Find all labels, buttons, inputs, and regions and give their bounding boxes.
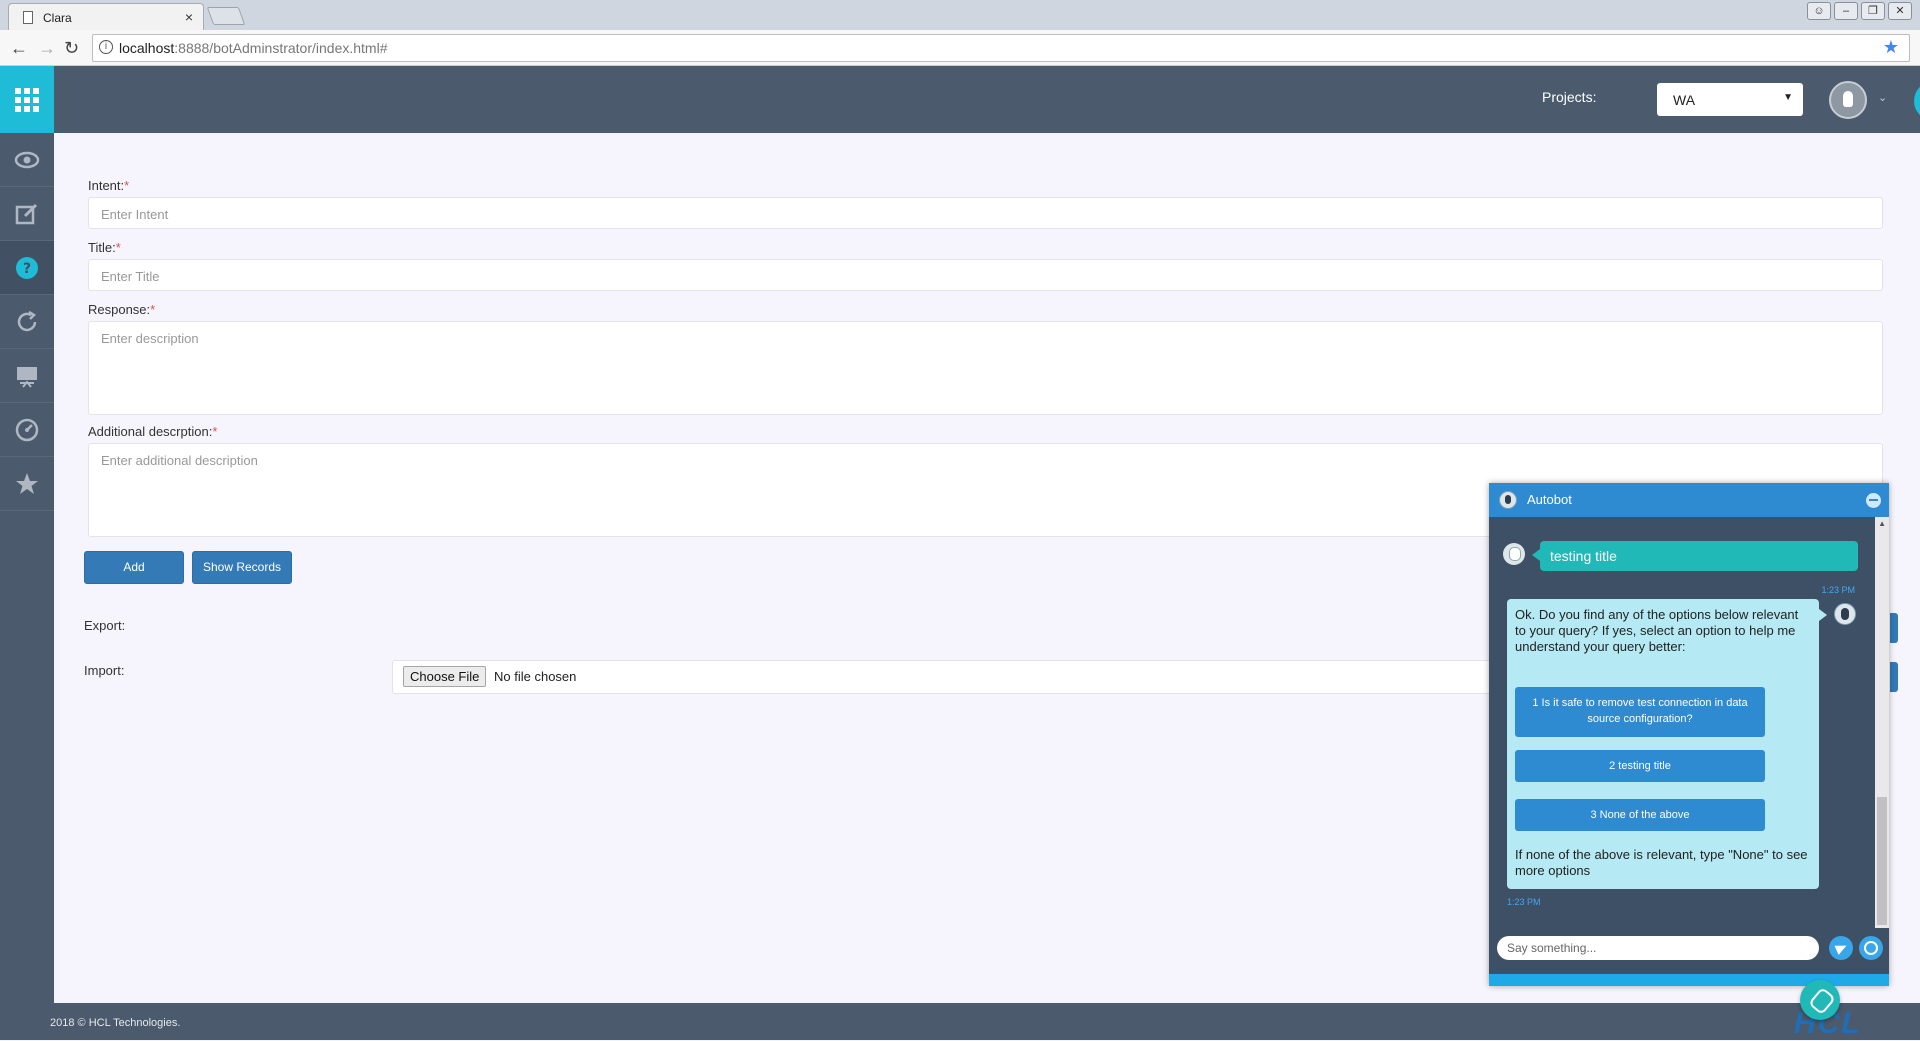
projects-label: Projects:: [1542, 89, 1597, 105]
grid-icon: [15, 87, 39, 112]
profile-icon[interactable]: ☺: [1807, 2, 1831, 20]
intent-label: Intent:*: [88, 178, 130, 193]
sidebar-item-favorites[interactable]: [0, 457, 54, 511]
bot-message: Ok. Do you find any of the options below…: [1507, 599, 1827, 889]
export-label: Export:: [84, 618, 126, 633]
option-button-3[interactable]: 3 None of the above: [1515, 799, 1765, 831]
help-icon: ?: [16, 256, 38, 279]
apps-grid-button[interactable]: [0, 66, 54, 133]
add-button[interactable]: Add: [84, 551, 184, 584]
message-timestamp: 1:23 PM: [1507, 897, 1541, 907]
chat-input[interactable]: Say something...: [1497, 936, 1819, 960]
no-file-text: No file chosen: [494, 669, 577, 684]
dashboard-icon: [15, 418, 39, 441]
sidebar-item-refresh[interactable]: [0, 295, 54, 349]
tab-title: Clara: [43, 11, 72, 25]
chat-input-row: Say something...: [1489, 928, 1889, 974]
close-window-icon[interactable]: ✕: [1888, 2, 1912, 20]
url-path: :8888/botAdminstrator/index.html#: [174, 40, 388, 56]
bot-intro-text: Ok. Do you find any of the options below…: [1515, 607, 1799, 654]
project-select[interactable]: WA ▼: [1657, 83, 1803, 116]
close-tab-icon[interactable]: ×: [185, 9, 193, 25]
svg-text:?: ?: [23, 261, 31, 277]
url-field[interactable]: i localhost:8888/botAdminstrator/index.h…: [92, 34, 1910, 62]
chat-messages[interactable]: testing title 1:23 PM Ok. Do you find an…: [1489, 517, 1889, 928]
sidebar: ?: [0, 66, 54, 1040]
import-button-edge[interactable]: [1890, 662, 1898, 692]
chat-widget: Autobot testing title 1:23 PM Ok. Do you…: [1489, 483, 1889, 986]
eye-icon: [14, 151, 40, 168]
response-textarea[interactable]: Enter description: [88, 321, 1883, 415]
option-button-1[interactable]: 1 Is it safe to remove test connection i…: [1515, 687, 1765, 737]
bookmark-star-icon[interactable]: ★: [1883, 37, 1899, 58]
chat-launcher-button[interactable]: [1800, 980, 1840, 1020]
chevron-down-icon[interactable]: ⌄: [1878, 91, 1887, 104]
restore-icon[interactable]: ❐: [1861, 2, 1885, 20]
scroll-up-icon[interactable]: ▲: [1878, 519, 1886, 528]
browser-tab-bar: Clara × ☺ – ❐ ✕: [0, 0, 1920, 30]
user-avatar-icon: [1503, 543, 1525, 565]
minimize-chat-icon[interactable]: [1866, 493, 1881, 508]
hamburger-menu-button[interactable]: [1914, 81, 1920, 121]
copyright-text: 2018 © HCL Technologies.: [50, 1017, 181, 1029]
window-controls: ☺ – ❐ ✕: [1807, 2, 1912, 20]
show-records-button[interactable]: Show Records: [192, 551, 292, 584]
scrollbar-thumb[interactable]: [1877, 797, 1887, 925]
info-icon[interactable]: i: [99, 40, 113, 54]
sidebar-item-view[interactable]: [0, 133, 54, 187]
additional-description-label: Additional descrption:*: [88, 424, 218, 439]
forward-arrow-icon[interactable]: →: [38, 38, 56, 59]
edit-icon: [15, 203, 38, 224]
title-input[interactable]: Enter Title: [88, 259, 1883, 291]
star-icon: [16, 472, 38, 494]
new-tab-button[interactable]: [206, 7, 246, 25]
chat-title: Autobot: [1527, 492, 1572, 507]
send-icon[interactable]: [1829, 936, 1853, 960]
back-arrow-icon[interactable]: ←: [10, 38, 28, 59]
choose-file-button[interactable]: Choose File: [403, 666, 487, 687]
sidebar-item-dashboard[interactable]: [0, 403, 54, 457]
message-timestamp: 1:23 PM: [1821, 585, 1855, 595]
footer: 2018 © HCL Technologies. HCL: [50, 1003, 1920, 1040]
required-mark: *: [115, 240, 121, 255]
address-bar: ← → ↻ i localhost:8888/botAdminstrator/i…: [0, 30, 1920, 66]
import-label: Import:: [84, 663, 125, 678]
sidebar-item-edit[interactable]: [0, 187, 54, 241]
bot-outro-text: If none of the above is relevant, type "…: [1515, 847, 1808, 878]
user-avatar[interactable]: [1829, 81, 1867, 119]
url-host: localhost: [119, 40, 175, 56]
refresh-icon: [17, 310, 37, 331]
top-bar: Projects: WA ▼ ⌄: [54, 66, 1920, 133]
dropdown-arrow-icon: ▼: [1783, 92, 1793, 103]
required-mark: *: [150, 302, 156, 317]
sidebar-item-training[interactable]: [0, 349, 54, 403]
bot-avatar-icon: [1834, 603, 1856, 625]
presentation-icon: [17, 366, 37, 388]
voice-icon[interactable]: [1859, 936, 1883, 960]
chat-header: Autobot: [1489, 483, 1889, 517]
export-button-edge[interactable]: [1890, 613, 1898, 643]
intent-input[interactable]: Enter Intent: [88, 197, 1883, 229]
browser-tab[interactable]: Clara ×: [8, 3, 204, 30]
project-selected-value: WA: [1673, 92, 1696, 108]
user-message: testing title: [1532, 541, 1858, 571]
response-label: Response:*: [88, 302, 156, 317]
sidebar-item-faq[interactable]: ?: [0, 241, 54, 295]
document-icon: [23, 11, 33, 24]
chat-scrollbar[interactable]: ▲: [1875, 517, 1889, 928]
option-button-2[interactable]: 2 testing title: [1515, 750, 1765, 782]
minimize-icon[interactable]: –: [1834, 2, 1858, 20]
bot-avatar-icon: [1499, 491, 1517, 509]
required-mark: *: [124, 178, 130, 193]
title-label: Title:*: [88, 240, 121, 255]
required-mark: *: [212, 424, 218, 439]
reload-icon[interactable]: ↻: [64, 38, 79, 59]
